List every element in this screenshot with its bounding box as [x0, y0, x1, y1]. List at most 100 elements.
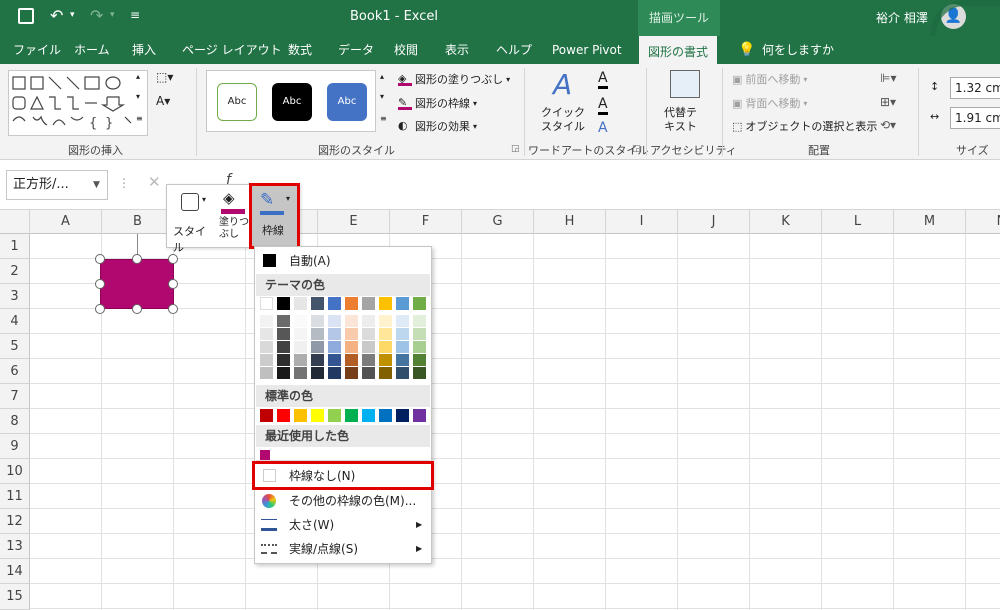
theme-color-swatch[interactable]: [362, 328, 375, 340]
resize-handle[interactable]: [95, 279, 105, 289]
recent-color-swatch[interactable]: [260, 450, 270, 460]
column-header[interactable]: J: [678, 210, 750, 234]
theme-color-swatch[interactable]: [260, 367, 273, 379]
standard-color-swatch[interactable]: [328, 409, 341, 422]
theme-color-swatch[interactable]: [362, 367, 375, 379]
menu-item-weight[interactable]: 太さ(W) ▶: [256, 514, 430, 536]
align-icon[interactable]: ⊫▾: [880, 71, 896, 85]
theme-color-swatch[interactable]: [277, 341, 290, 353]
style-sample-outline[interactable]: Abc: [217, 83, 257, 121]
theme-color-swatch[interactable]: [345, 328, 358, 340]
group-icon[interactable]: ⊞▾: [880, 95, 896, 109]
row-header[interactable]: 4: [0, 309, 30, 334]
standard-color-swatch[interactable]: [260, 409, 273, 422]
text-outline-icon[interactable]: A: [598, 96, 608, 115]
width-field[interactable]: 1.91 cm: [950, 107, 1000, 129]
standard-color-swatch[interactable]: [413, 409, 426, 422]
theme-color-swatch[interactable]: [328, 354, 341, 366]
column-header[interactable]: A: [30, 210, 102, 234]
styles-down-icon[interactable]: ▾: [380, 92, 384, 101]
theme-color-swatch[interactable]: [328, 341, 341, 353]
theme-color-swatch[interactable]: [413, 315, 426, 327]
theme-color-swatch[interactable]: [362, 315, 375, 327]
tab-file[interactable]: ファイル: [13, 36, 61, 64]
theme-color-swatch[interactable]: [294, 367, 307, 379]
save-icon[interactable]: [18, 8, 34, 24]
theme-color-swatch[interactable]: [277, 328, 290, 340]
row-header[interactable]: 11: [0, 484, 30, 509]
rotate-icon[interactable]: ⟲▾: [880, 118, 896, 132]
column-header[interactable]: F: [390, 210, 462, 234]
theme-color-swatch[interactable]: [345, 297, 358, 310]
theme-color-swatch[interactable]: [311, 354, 324, 366]
theme-color-swatch[interactable]: [413, 297, 426, 310]
mini-fill-button[interactable]: ◈ 塗りつ ぶし: [217, 187, 249, 245]
row-header[interactable]: 12: [0, 509, 30, 534]
column-header[interactable]: H: [534, 210, 606, 234]
selection-pane-button[interactable]: ⬚ オブジェクトの選択と表示: [732, 118, 877, 134]
column-header[interactable]: N: [966, 210, 1000, 234]
row-header[interactable]: 5: [0, 334, 30, 359]
standard-color-swatch[interactable]: [345, 409, 358, 422]
standard-color-swatch[interactable]: [311, 409, 324, 422]
resize-handle[interactable]: [168, 304, 178, 314]
row-header[interactable]: 15: [0, 584, 30, 610]
tab-view[interactable]: 表示: [445, 36, 469, 64]
theme-color-swatch[interactable]: [277, 315, 290, 327]
name-box-dropdown-icon[interactable]: ▼: [93, 171, 100, 199]
menu-item-more-colors[interactable]: その他の枠線の色(M)...: [256, 490, 430, 512]
tell-me-search[interactable]: 何をしますか: [762, 36, 834, 64]
theme-color-swatch[interactable]: [311, 367, 324, 379]
theme-color-swatch[interactable]: [294, 354, 307, 366]
tab-formulas[interactable]: 数式: [288, 36, 312, 64]
theme-color-swatch[interactable]: [311, 315, 324, 327]
edit-shape-icon[interactable]: ⬚▾: [156, 70, 173, 84]
theme-color-swatch[interactable]: [362, 297, 375, 310]
name-box[interactable]: 正方形/... ▼: [6, 170, 108, 200]
row-header[interactable]: 1: [0, 234, 30, 259]
theme-color-swatch[interactable]: [379, 297, 392, 310]
theme-color-swatch[interactable]: [294, 297, 307, 310]
column-header[interactable]: K: [750, 210, 822, 234]
undo-dropdown-icon[interactable]: ▾: [70, 10, 75, 20]
shape-fill-button[interactable]: ◈ 図形の塗りつぶし ▾: [398, 71, 510, 87]
theme-color-swatch[interactable]: [328, 315, 341, 327]
theme-color-swatch[interactable]: [260, 315, 273, 327]
theme-color-swatch[interactable]: [345, 354, 358, 366]
theme-color-swatch[interactable]: [379, 315, 392, 327]
customize-qat-icon[interactable]: ≡: [130, 8, 140, 22]
column-header[interactable]: M: [894, 210, 966, 234]
resize-handle[interactable]: [168, 279, 178, 289]
theme-color-swatch[interactable]: [294, 341, 307, 353]
theme-color-swatch[interactable]: [328, 367, 341, 379]
theme-color-swatch[interactable]: [311, 328, 324, 340]
theme-color-swatch[interactable]: [260, 328, 273, 340]
dialog-launcher-icon[interactable]: ◲: [632, 144, 641, 154]
style-sample-black[interactable]: Abc: [272, 83, 312, 121]
theme-color-swatch[interactable]: [379, 328, 392, 340]
height-field[interactable]: 1.32 cm: [950, 77, 1000, 99]
select-all-corner[interactable]: [0, 210, 30, 234]
theme-color-swatch[interactable]: [396, 315, 409, 327]
theme-color-swatch[interactable]: [260, 354, 273, 366]
theme-color-swatch[interactable]: [379, 354, 392, 366]
gallery-up-icon[interactable]: ▴: [136, 72, 140, 81]
theme-color-grid[interactable]: [255, 297, 431, 381]
tab-data[interactable]: データ: [338, 36, 374, 64]
theme-color-swatch[interactable]: [362, 354, 375, 366]
dialog-launcher-icon[interactable]: ◲: [511, 144, 520, 154]
shape-effects-button[interactable]: ◐ 図形の効果 ▾: [398, 118, 477, 134]
gallery-more-icon[interactable]: ≡: [136, 114, 143, 123]
resize-handle[interactable]: [132, 304, 142, 314]
styles-up-icon[interactable]: ▴: [380, 72, 384, 81]
theme-color-swatch[interactable]: [413, 354, 426, 366]
theme-color-swatch[interactable]: [345, 315, 358, 327]
column-header[interactable]: I: [606, 210, 678, 234]
theme-color-swatch[interactable]: [328, 297, 341, 310]
standard-color-swatch[interactable]: [294, 409, 307, 422]
gallery-down-icon[interactable]: ▾: [136, 92, 140, 101]
alt-text-icon[interactable]: [670, 70, 700, 98]
theme-color-swatch[interactable]: [277, 297, 290, 310]
resize-handle[interactable]: [132, 254, 142, 264]
theme-color-swatch[interactable]: [396, 297, 409, 310]
